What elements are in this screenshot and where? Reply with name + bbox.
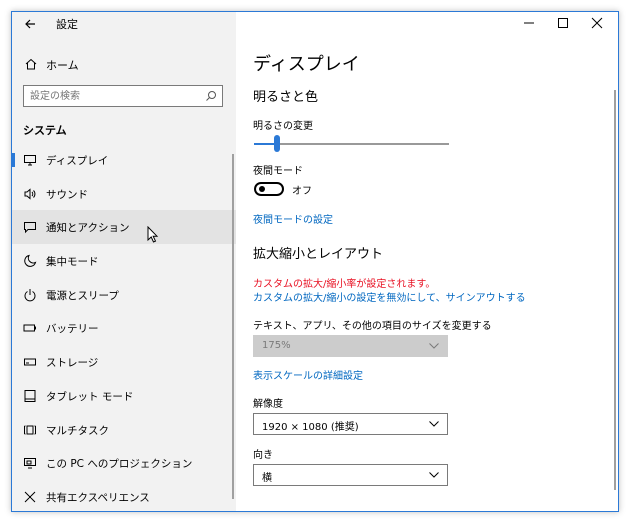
sidebar-item-multitask[interactable]: マルチタスク xyxy=(12,413,236,447)
chevron-down-icon xyxy=(429,343,439,349)
scale-dropdown: 175% xyxy=(253,335,448,357)
advanced-scale-link[interactable]: 表示スケールの詳細設定 xyxy=(253,367,363,382)
sidebar-item-label: ディスプレイ xyxy=(46,155,109,167)
sidebar-item-label: タブレット モード xyxy=(46,390,134,403)
sidebar-item-display[interactable]: ディスプレイ xyxy=(12,143,236,177)
resolution-value: 1920 × 1080 (推奨) xyxy=(262,422,359,433)
sidebar-item-label: バッテリー xyxy=(46,323,99,336)
orientation-label: 向き xyxy=(253,450,273,461)
chevron-down-icon xyxy=(429,421,439,427)
sidebar-item-projection[interactable]: この PC へのプロジェクション xyxy=(12,446,236,480)
notification-icon xyxy=(24,222,36,234)
home-link[interactable]: ホーム xyxy=(12,52,236,78)
home-label: ホーム xyxy=(46,59,79,72)
sidebar-item-label: 通知とアクション xyxy=(46,222,130,235)
night-mode-toggle[interactable] xyxy=(254,182,284,196)
speaker-icon xyxy=(24,188,36,200)
search-icon[interactable] xyxy=(205,90,217,102)
sidebar-item-focus[interactable]: 集中モード xyxy=(12,244,236,278)
scale-heading: 拡大縮小とレイアウト xyxy=(253,247,384,262)
search-box[interactable] xyxy=(23,85,223,107)
resolution-label: 解像度 xyxy=(253,399,283,410)
maximize-icon[interactable] xyxy=(546,12,580,34)
battery-icon xyxy=(23,324,36,332)
home-icon xyxy=(25,58,37,70)
orientation-dropdown[interactable]: 横 xyxy=(253,464,448,486)
selection-indicator xyxy=(12,153,15,167)
mouse-cursor-icon xyxy=(147,226,159,243)
page-title: ディスプレイ xyxy=(253,54,360,75)
sidebar-item-label: 電源とスリープ xyxy=(46,289,119,302)
disable-custom-scale-link[interactable]: カスタムの拡大/縮小の設定を無効にして、サインアウトする xyxy=(253,289,526,304)
nav-list: ディスプレイ サウンド 通知とアクション 集中モード 電源とスリープ バッテリー xyxy=(12,143,236,511)
size-label: テキスト、アプリ、その他の項目のサイズを変更する xyxy=(253,321,492,332)
sidebar-item-label: この PC へのプロジェクション xyxy=(46,458,193,471)
sidebar-item-label: マルチタスク xyxy=(46,424,109,437)
monitor-icon xyxy=(24,155,36,166)
brightness-slider-thumb[interactable] xyxy=(274,135,281,152)
resolution-dropdown[interactable]: 1920 × 1080 (推奨) xyxy=(253,413,448,435)
storage-icon xyxy=(24,358,36,366)
sidebar-scrollbar[interactable] xyxy=(232,154,234,499)
search-input[interactable] xyxy=(30,88,200,104)
scale-value: 175% xyxy=(262,340,291,351)
titlebar: 設定 xyxy=(12,12,236,36)
tablet-icon xyxy=(24,389,36,402)
content-scrollbar[interactable] xyxy=(614,90,616,490)
sidebar-item-label: サウンド xyxy=(46,188,88,201)
sidebar-item-shared[interactable]: 共有エクスペリエンス xyxy=(12,480,236,511)
night-mode-label: 夜間モード xyxy=(253,166,303,177)
toggle-knob xyxy=(259,186,265,192)
multitask-icon xyxy=(24,425,36,434)
content-pane: ディスプレイ 明るさと色 明るさの変更 夜間モード オフ 夜間モードの設定 拡大… xyxy=(236,12,618,511)
power-icon xyxy=(24,288,36,302)
brightness-label: 明るさの変更 xyxy=(253,121,313,132)
sidebar-item-label: 共有エクスペリエンス xyxy=(46,491,150,504)
shared-icon xyxy=(24,491,36,503)
brightness-heading: 明るさと色 xyxy=(253,90,319,105)
settings-window: 設定 ホーム システム ディスプレイ サウンド xyxy=(11,11,619,512)
moon-icon xyxy=(24,254,37,267)
sidebar: 設定 ホーム システム ディスプレイ サウンド xyxy=(12,12,236,511)
chevron-down-icon xyxy=(429,472,439,478)
orientation-value: 横 xyxy=(262,473,272,484)
minimize-icon[interactable] xyxy=(512,12,546,34)
sidebar-item-notifications[interactable]: 通知とアクション xyxy=(12,210,236,245)
sidebar-item-sound[interactable]: サウンド xyxy=(12,177,236,211)
back-arrow-icon[interactable] xyxy=(22,16,38,32)
sidebar-item-storage[interactable]: ストレージ xyxy=(12,345,236,379)
close-icon[interactable] xyxy=(580,12,614,34)
night-mode-state: オフ xyxy=(292,186,312,197)
custom-scale-warning: カスタムの拡大/縮小率が設定されます。 xyxy=(253,279,436,290)
sidebar-item-power[interactable]: 電源とスリープ xyxy=(12,278,236,312)
night-mode-settings-link[interactable]: 夜間モードの設定 xyxy=(253,211,333,226)
sidebar-item-label: 集中モード xyxy=(46,256,99,269)
app-title: 設定 xyxy=(56,18,78,31)
section-title: システム xyxy=(23,124,67,137)
sidebar-item-battery[interactable]: バッテリー xyxy=(12,311,236,345)
sidebar-item-tablet[interactable]: タブレット モード xyxy=(12,379,236,413)
projection-icon xyxy=(24,458,36,469)
brightness-slider-track[interactable] xyxy=(254,143,449,145)
sidebar-item-label: ストレージ xyxy=(46,357,99,370)
